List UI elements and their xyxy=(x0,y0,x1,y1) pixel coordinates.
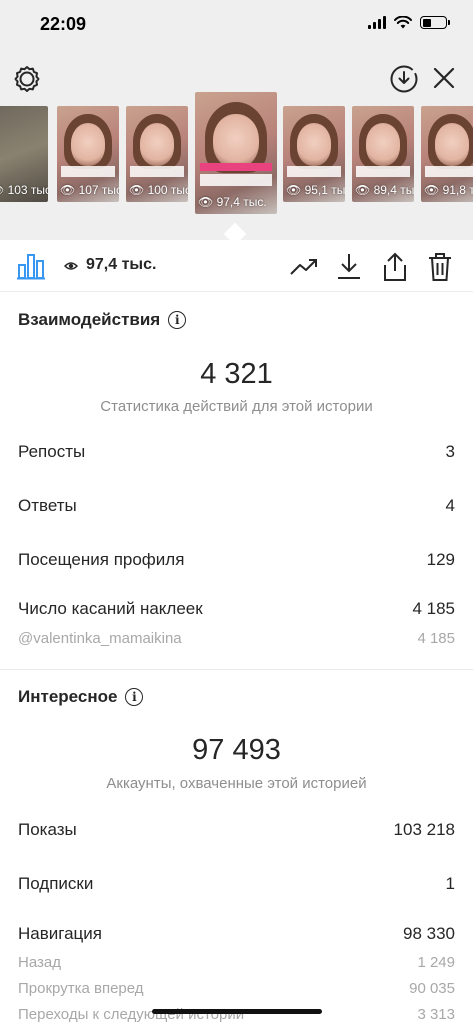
battery-icon xyxy=(420,16,450,29)
story-thumbnail[interactable]: 👁︎ 91,8 тыс. xyxy=(421,106,473,202)
download-icon[interactable] xyxy=(337,252,361,280)
home-indicator[interactable] xyxy=(152,1009,322,1014)
info-icon[interactable]: i xyxy=(125,688,144,706)
status-bar: 22:09 xyxy=(0,0,473,50)
share-icon[interactable] xyxy=(381,252,409,282)
story-thumbnail[interactable]: 👁︎ 107 тыс. xyxy=(57,106,119,202)
close-icon[interactable] xyxy=(432,66,456,90)
insights-action-bar: 97,4 тыс. xyxy=(0,240,473,292)
views-total: 97,4 тыс. xyxy=(86,256,157,273)
story-thumbnail[interactable]: 👁︎ 95,1 тыс. xyxy=(283,106,345,202)
thumbnail-views: 👁︎ 107 тыс. xyxy=(60,183,119,197)
story-thumbnail[interactable]: 👁︎ 89,4 тыс. xyxy=(352,106,414,202)
trending-icon[interactable] xyxy=(289,252,319,280)
thumbnail-views: 👁︎ 91,8 тыс. xyxy=(424,183,473,197)
status-time: 22:09 xyxy=(40,14,87,34)
save-story-icon[interactable] xyxy=(389,64,419,94)
interactions-subtitle: Статистика действий для этой истории xyxy=(100,398,373,415)
story-thumbnail[interactable]: 👁︎ 100 тыс. xyxy=(126,106,188,202)
discovery-subtitle: Аккаунты, охваченные этой историей xyxy=(106,775,367,792)
settings-gear-icon[interactable] xyxy=(12,64,42,94)
cellular-signal-icon xyxy=(368,16,386,29)
metric-row-navigation: Навигация 98 330 xyxy=(18,924,455,943)
metric-subrow-back: Назад 1 249 xyxy=(18,954,455,971)
eye-icon xyxy=(64,262,78,270)
metric-row-profile-visits: Посещения профиля 129 xyxy=(18,550,455,569)
story-thumbnail-selected[interactable]: 👁︎ 97,4 тыс. xyxy=(195,92,277,214)
metric-row-sticker-taps: Число касаний наклеек 4 185 xyxy=(18,599,455,618)
story-thumbnail-strip[interactable]: 👁︎ 103 тыс. 👁︎ 107 тыс. 👁︎ 100 тыс. 👁︎ 9… xyxy=(0,92,473,214)
bar-chart-icon[interactable] xyxy=(16,251,46,281)
discovery-total: 97 493 xyxy=(192,734,281,766)
story-preview-header: 22:09 👁︎ 103 тыс. xyxy=(0,0,473,246)
status-icons xyxy=(368,16,450,29)
thumbnail-views: 👁︎ 103 тыс. xyxy=(0,183,48,197)
metric-subrow-mention: @valentinka_mamaikina 4 185 xyxy=(18,630,455,647)
section-divider xyxy=(0,669,473,670)
info-icon[interactable]: i xyxy=(168,311,187,329)
thumbnail-views: 👁︎ 100 тыс. xyxy=(129,183,188,197)
metric-row-follows: Подписки 1 xyxy=(18,874,455,893)
thumbnail-views: 👁︎ 97,4 тыс. xyxy=(198,195,267,209)
wifi-icon xyxy=(394,16,412,29)
thumbnail-views: 👁︎ 89,4 тыс. xyxy=(355,183,414,197)
trash-icon[interactable] xyxy=(427,252,453,282)
interactions-total: 4 321 xyxy=(200,358,273,390)
story-thumbnail[interactable]: 👁︎ 103 тыс. xyxy=(0,106,48,202)
thumbnail-views: 👁︎ 95,1 тыс. xyxy=(286,183,345,197)
metric-subrow-forward: Прокрутка вперед 90 035 xyxy=(18,980,455,997)
metric-row-impressions: Показы 103 218 xyxy=(18,820,455,839)
metric-row-reposts: Репосты 3 xyxy=(18,442,455,461)
discovery-section-title: Интересное i xyxy=(18,687,144,707)
metric-row-replies: Ответы 4 xyxy=(18,496,455,515)
interactions-section-title: Взаимодействия i xyxy=(18,310,187,330)
